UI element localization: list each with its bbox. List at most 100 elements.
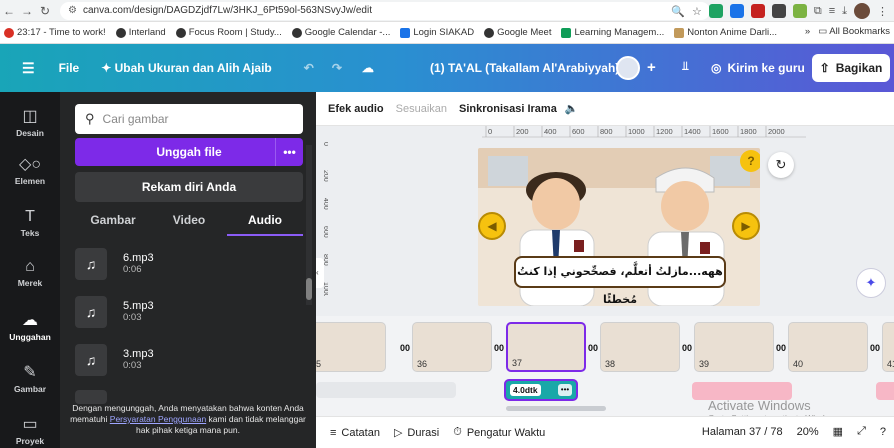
magic-assist-icon[interactable]: ✦ — [856, 268, 886, 298]
tab-audio[interactable]: Audio — [227, 210, 303, 236]
adjust-button[interactable]: Sesuaikan — [396, 103, 447, 115]
upload-options-button[interactable]: ••• — [275, 138, 303, 166]
bookmark-item[interactable]: 23:17 - Time to work! — [0, 27, 112, 38]
layout-icon: ◫ — [22, 108, 38, 125]
audio-clip[interactable] — [876, 382, 894, 400]
transition-label[interactable]: 00 — [870, 343, 880, 353]
rail-uploads[interactable]: ☁ Unggahan — [0, 310, 60, 342]
extension-icon[interactable] — [708, 4, 723, 18]
rail-projects[interactable]: ▭ Proyek — [0, 414, 60, 446]
transition-label[interactable]: 00 — [494, 343, 504, 353]
forward-icon[interactable]: → — [18, 4, 36, 18]
extension-icon[interactable] — [729, 4, 744, 18]
help-question-button[interactable]: ? — [740, 150, 760, 172]
help-icon[interactable]: ? — [880, 426, 886, 438]
fullscreen-icon[interactable]: ⤢ — [857, 425, 866, 438]
bookmarks-overflow-icon[interactable]: » — [805, 26, 810, 37]
page-thumbnail[interactable]: 36 — [412, 322, 492, 372]
menu-icon[interactable]: ☰ — [22, 60, 35, 77]
timer-button[interactable]: ⏱ Pengatur Waktu — [453, 426, 545, 439]
grid-view-icon[interactable]: ▦ — [833, 425, 843, 438]
page-thumbnail[interactable]: 41 — [882, 322, 894, 372]
share-button[interactable]: ⇧ Bagikan — [812, 54, 890, 82]
ruler-label: 800 — [600, 127, 613, 136]
beat-sync-button[interactable]: Sinkronisasi Irama — [459, 103, 557, 115]
address-bar[interactable]: ⚙ canva.com/design/DAGDZjdf7Lw/3HKJ_6Pt5… — [60, 1, 710, 20]
prev-arrow-button[interactable]: ◀ — [478, 212, 506, 240]
download-icon[interactable]: ⤓ — [842, 5, 847, 18]
bookmark-item[interactable]: Login SIAKAD — [396, 27, 480, 38]
extension-icon[interactable] — [792, 4, 807, 18]
undo-icon[interactable]: ↶ — [304, 61, 314, 75]
notes-icon: ≡ — [330, 426, 337, 439]
volume-icon[interactable]: 🔈 — [565, 102, 579, 115]
document-title[interactable]: (1) TA'AL (Takallam Al'Arabiyyah) — [430, 61, 619, 75]
bookmark-item[interactable]: Focus Room | Study... — [172, 27, 288, 38]
refresh-icon[interactable]: ↻ — [768, 152, 794, 178]
reload-icon[interactable]: ↻ — [36, 4, 54, 18]
resize-button[interactable]: ✦ Ubah Ukuran dan Alih Ajaib — [101, 61, 272, 75]
tab-search-icon[interactable]: ≡ — [829, 5, 835, 17]
terms-link[interactable]: Persyaratan Penggunaan — [110, 414, 206, 424]
add-collaborator-icon[interactable]: + — [647, 59, 656, 76]
zoom-icon[interactable]: 🔍 — [671, 5, 685, 18]
site-info-icon[interactable]: ⚙ — [68, 5, 77, 16]
page-thumbnail[interactable]: 35 — [316, 322, 386, 372]
bookmark-item[interactable]: Nonton Anime Darli... — [670, 27, 783, 38]
back-icon[interactable]: ← — [0, 4, 18, 18]
notes-button[interactable]: ≡ Catatan — [330, 427, 380, 439]
transition-label[interactable]: 00 — [400, 343, 410, 353]
redo-icon[interactable]: ↷ — [332, 61, 342, 75]
page-thumbnail[interactable]: 38 — [600, 322, 680, 372]
brand-icon: ⌂ — [25, 258, 35, 275]
rail-draw[interactable]: ✎ Gambar — [0, 362, 60, 394]
selected-audio-clip[interactable]: 4.0dtk ••• — [504, 379, 578, 401]
tab-videos[interactable]: Video — [151, 210, 227, 236]
upload-file-button[interactable]: Unggah file ••• — [75, 138, 303, 166]
all-bookmarks-button[interactable]: ▭ All Bookmarks — [818, 26, 890, 37]
record-yourself-button[interactable]: Rekam diri Anda — [75, 172, 303, 202]
zoom-level[interactable]: 20% — [797, 426, 819, 438]
transition-label[interactable]: 00 — [588, 343, 598, 353]
page-thumbnail[interactable]: 39 — [694, 322, 774, 372]
extension-icon[interactable] — [771, 4, 786, 18]
puzzle-icon[interactable]: ⧉ — [814, 5, 822, 18]
next-arrow-button[interactable]: ▶ — [732, 212, 760, 240]
audio-effects-button[interactable]: Efek audio — [328, 103, 384, 115]
audio-waveform[interactable] — [316, 380, 456, 400]
dialog-caption[interactable]: ههه...مازلتُ أتعلَّم، فصحِّحوني إذا كنتُ… — [514, 256, 726, 306]
bookmark-item[interactable]: Interland — [112, 27, 172, 38]
transition-label[interactable]: 00 — [776, 343, 786, 353]
slide-canvas[interactable]: ◀ ▶ ? ههه...مازلتُ أتعلَّم، فصحِّحوني إذ… — [478, 148, 760, 306]
panel-scroll-thumb[interactable] — [306, 278, 312, 300]
analytics-icon[interactable]: ⫫ — [682, 59, 689, 74]
file-menu[interactable]: File — [59, 61, 80, 75]
profile-avatar[interactable] — [854, 3, 870, 19]
clip-menu-icon[interactable]: ••• — [558, 384, 572, 396]
bookmark-item[interactable]: Learning Managem... — [557, 27, 670, 38]
duration-button[interactable]: ▷ Durasi — [394, 426, 439, 440]
rail-text[interactable]: T Teks — [0, 208, 60, 238]
collapse-panel-handle[interactable]: ‹ — [316, 258, 324, 288]
collaborator-avatar[interactable] — [616, 56, 640, 80]
bookmark-item[interactable]: Google Calendar -... — [288, 27, 397, 38]
transition-label[interactable]: 00 — [682, 343, 692, 353]
page-thumbnail-active[interactable]: 37 — [506, 322, 586, 372]
page-thumbnail[interactable]: 40 — [788, 322, 868, 372]
rail-brand[interactable]: ⌂ Merek — [0, 258, 60, 288]
audio-file-item[interactable]: ♫ 3.mp3 0:03 — [75, 340, 295, 380]
send-to-teacher-button[interactable]: ◎ Kirim ke guru — [711, 61, 805, 75]
menu-icon[interactable]: ⋮ — [877, 5, 888, 18]
bookmark-item[interactable]: Google Meet — [480, 27, 557, 38]
audio-file-item[interactable]: ♫ 6.mp3 0:06 — [75, 244, 295, 284]
tab-images[interactable]: Gambar — [75, 210, 151, 236]
rail-design[interactable]: ◫ Desain — [0, 106, 60, 138]
extension-icon[interactable] — [750, 4, 765, 18]
timeline-scrollbar[interactable] — [506, 406, 606, 411]
cloud-save-icon[interactable]: ☁ — [362, 61, 374, 75]
star-icon[interactable]: ☆ — [692, 5, 702, 18]
rail-elements[interactable]: ◇○ Elemen — [0, 154, 60, 186]
page-indicator[interactable]: Halaman 37 / 78 — [702, 426, 783, 438]
audio-file-item[interactable]: ♫ 5.mp3 0:03 — [75, 292, 295, 332]
search-input[interactable]: ⚲ Cari gambar — [75, 104, 303, 134]
